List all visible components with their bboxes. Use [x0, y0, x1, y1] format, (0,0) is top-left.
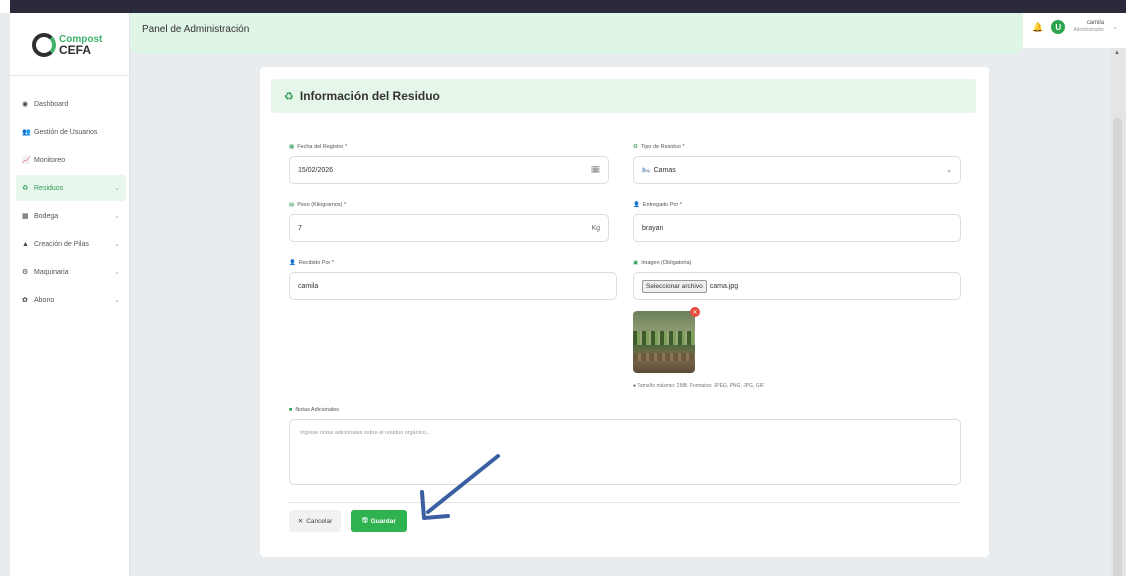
- chevron-down-icon[interactable]: ⌄: [1112, 23, 1118, 31]
- card-title: Información del Residuo: [299, 89, 440, 103]
- scrollbar-thumb[interactable]: [1113, 118, 1122, 576]
- sidebar-item-label: Dashboard: [34, 100, 69, 108]
- cancel-button[interactable]: ✕ Cancelar: [289, 510, 341, 532]
- header-band: Panel de Administración: [130, 13, 1023, 54]
- sidebar-item-users[interactable]: 👥 Gestión de Usuarios: [16, 119, 126, 145]
- sidebar: Compost CEFA ◉ Dashboard 👥 Gestión de Usua…: [10, 13, 130, 576]
- bell-icon[interactable]: 🔔: [1032, 22, 1043, 33]
- imagen-file-input[interactable]: Seleccionar archivo cama.jpg: [633, 272, 961, 300]
- sidebar-item-label: Gestión de Usuarios: [34, 128, 98, 136]
- pile-icon: ▲: [22, 240, 29, 248]
- card-header: ♻ Información del Residuo: [271, 79, 976, 113]
- tipo-label: ♻ Tipo de Residuo *: [633, 144, 685, 150]
- imagen-label: ▣ Imagen (Obligatoria): [633, 260, 692, 266]
- sidebar-item-label: Residuos: [34, 184, 64, 192]
- entregado-label: 👤 Entregado Por *: [633, 202, 682, 208]
- chevron-down-icon: ⌄: [946, 167, 952, 174]
- annotation-arrow: [420, 454, 500, 520]
- close-icon: ✕: [297, 518, 304, 525]
- recibido-label: 👤 Recibido Por *: [289, 260, 335, 266]
- user-role: Administrador: [1073, 27, 1105, 33]
- notas-label: ■ Notas Adicionales: [289, 407, 340, 413]
- scroll-up-icon[interactable]: ▲: [1114, 50, 1120, 56]
- page-title: Panel de Administración: [142, 24, 250, 35]
- chevron-down-icon: ⌄: [114, 185, 120, 192]
- sidebar-item-maquinaria[interactable]: ⚙ Maquinaria ⌄: [16, 259, 126, 285]
- user-icon: 👤: [633, 202, 640, 208]
- chevron-down-icon: ⌄: [114, 241, 120, 248]
- entregado-field[interactable]: brayan: [633, 214, 961, 242]
- tipo-select[interactable]: 🛏 Camas ⌄: [633, 156, 961, 184]
- sidebar-menu: ◉ Dashboard 👥 Gestión de Usuarios 📈 Monitor…: [16, 91, 126, 315]
- sidebar-item-label: Bodega: [34, 212, 59, 220]
- calendar-icon: ▦: [289, 144, 295, 150]
- save-icon: 🖫: [362, 516, 368, 524]
- form-divider: [289, 502, 961, 503]
- scrollbar[interactable]: ▲: [1110, 48, 1126, 576]
- scale-icon: ▤: [289, 202, 295, 208]
- recibido-field[interactable]: camila: [289, 272, 617, 300]
- user-name: camila: [1086, 20, 1105, 26]
- calendar-icon[interactable]: 🗓: [591, 166, 600, 174]
- file-name: cama.jpg: [709, 282, 739, 290]
- chevron-down-icon: ⌄: [114, 213, 120, 220]
- avatar[interactable]: U: [1051, 20, 1066, 34]
- note-icon: ■: [289, 407, 293, 413]
- recycle-icon: ♻: [633, 144, 638, 150]
- image-icon: ▣: [633, 260, 639, 266]
- dashboard-icon: ◉: [22, 101, 29, 108]
- chevron-down-icon: ⌄: [114, 269, 120, 276]
- logo[interactable]: Compost CEFA: [32, 33, 102, 57]
- tools-icon: ⚙: [22, 269, 29, 276]
- sidebar-item-abono[interactable]: ✿ Abono ⌄: [16, 287, 126, 313]
- peso-field[interactable]: 7 Kg: [289, 214, 609, 242]
- sidebar-item-label: Creación de Pilas: [34, 240, 89, 248]
- sidebar-item-label: Abono: [34, 296, 55, 304]
- notas-textarea[interactable]: Ingrese notas adicionales sobre el resid…: [289, 419, 961, 485]
- plant-icon: ✿: [22, 297, 28, 304]
- chevron-down-icon: ⌄: [114, 297, 120, 304]
- fecha-field[interactable]: 15/02/2026 🗓: [289, 156, 609, 184]
- browser-top-strip: [0, 0, 1126, 13]
- bed-icon: 🛏: [642, 167, 650, 174]
- info-icon: ●: [633, 383, 637, 389]
- kg-suffix: Kg: [591, 224, 600, 232]
- sidebar-divider: [10, 75, 130, 76]
- sidebar-item-dashboard[interactable]: ◉ Dashboard: [16, 91, 126, 117]
- sidebar-item-monitoreo[interactable]: 📈 Monitoreo: [16, 147, 126, 173]
- header-user-area: 🔔 U camila Administrador ⌄: [1032, 20, 1118, 34]
- sidebar-item-pilas[interactable]: ▲ Creación de Pilas ⌄: [16, 231, 126, 257]
- user-check-icon: 👤: [289, 260, 296, 266]
- fecha-label: ▦ Fecha del Registro *: [289, 144, 348, 150]
- recycle-icon: ♻: [22, 185, 29, 192]
- warehouse-icon: ▦: [22, 213, 29, 220]
- users-icon: 👥: [22, 129, 31, 136]
- residue-form-card: ♻ Información del Residuo ▦ Fecha del Reg…: [260, 67, 989, 557]
- save-button[interactable]: 🖫 Guardar: [351, 510, 407, 532]
- sidebar-item-residuos[interactable]: ♻ Residuos ⌄: [16, 175, 126, 201]
- logo-icon: [32, 33, 56, 57]
- peso-label: ▤ Peso (Kilogramos) *: [289, 202, 347, 208]
- chart-icon: 📈: [22, 157, 31, 164]
- remove-image-icon[interactable]: ✕: [690, 307, 700, 317]
- recycle-icon: ♻: [284, 90, 294, 103]
- choose-file-button[interactable]: Seleccionar archivo: [642, 279, 707, 293]
- image-preview: [633, 311, 695, 373]
- sidebar-item-bodega[interactable]: ▦ Bodega ⌄: [16, 203, 126, 229]
- image-hint: ● Tamaño máximo: 2MB. Formatos: JPEG, PN…: [633, 383, 765, 389]
- user-menu[interactable]: camila Administrador: [1073, 20, 1104, 34]
- logo-bottom-text: CEFA: [59, 43, 92, 57]
- sidebar-item-label: Maquinaria: [34, 268, 69, 276]
- sidebar-item-label: Monitoreo: [34, 156, 66, 164]
